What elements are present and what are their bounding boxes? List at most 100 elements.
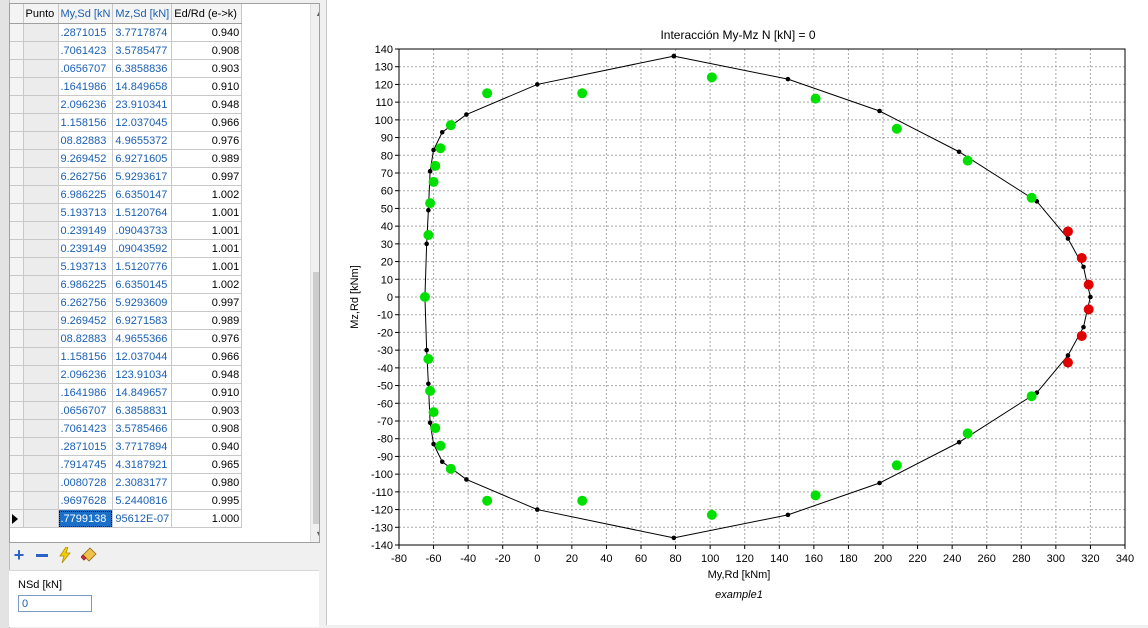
mz-cell[interactable]: 3.7717874	[112, 23, 173, 42]
column-header-my[interactable]: My,Sd [kN	[58, 4, 114, 24]
ed-rd-cell[interactable]: 0.997	[171, 167, 243, 186]
table-row[interactable]: 1.158156 12.037044 0.966	[10, 347, 243, 366]
table-row[interactable]: .1641986 14.849658 0.910	[10, 77, 243, 96]
mz-cell[interactable]: 3.7717894	[112, 437, 173, 456]
punto-cell[interactable]	[23, 275, 59, 294]
punto-cell[interactable]	[23, 383, 59, 402]
row-selector[interactable]	[10, 167, 24, 186]
column-header-ed-rd[interactable]: Ed/Rd (e->k)	[171, 4, 243, 24]
remove-point-button[interactable]	[34, 547, 50, 563]
punto-cell[interactable]	[23, 131, 59, 150]
ed-rd-cell[interactable]: 0.997	[171, 293, 243, 312]
my-cell[interactable]: .1641986	[58, 77, 114, 96]
ed-rd-cell[interactable]: 0.908	[171, 41, 243, 60]
row-selector[interactable]	[10, 491, 24, 510]
column-header-punto[interactable]: Punto	[23, 4, 59, 24]
punto-cell[interactable]	[23, 311, 59, 330]
table-row[interactable]: 6.986225 6.6350145 1.002	[10, 275, 243, 294]
row-selector[interactable]	[10, 473, 24, 492]
my-cell[interactable]: 6.262756	[58, 293, 114, 312]
row-selector[interactable]	[10, 203, 24, 222]
row-selector[interactable]	[10, 23, 24, 42]
ed-rd-cell[interactable]: 0.910	[171, 383, 243, 402]
my-cell[interactable]: 6.262756	[58, 167, 114, 186]
my-cell[interactable]: .7799138	[58, 509, 114, 528]
row-selector[interactable]	[10, 365, 24, 384]
row-selector[interactable]	[10, 401, 24, 420]
vertical-scrollbar[interactable]: ▲ ▼	[310, 4, 319, 542]
my-cell[interactable]: 2.096236	[58, 365, 114, 384]
my-cell[interactable]: .0080728	[58, 473, 114, 492]
my-cell[interactable]: .7914745	[58, 455, 114, 474]
my-cell[interactable]: .7061423	[58, 41, 114, 60]
row-selector[interactable]	[10, 239, 24, 258]
row-selector[interactable]	[10, 113, 24, 132]
ed-rd-cell[interactable]: 1.001	[171, 221, 243, 240]
punto-cell[interactable]	[23, 257, 59, 276]
column-header-mz[interactable]: Mz,Sd [kN]	[112, 4, 173, 24]
punto-cell[interactable]	[23, 95, 59, 114]
mz-cell[interactable]: 95612E-07	[112, 509, 173, 528]
my-cell[interactable]: 2.096236	[58, 95, 114, 114]
scrollbar-thumb[interactable]	[313, 272, 319, 524]
table-row[interactable]: 6.262756 5.9293617 0.997	[10, 167, 243, 186]
ed-rd-cell[interactable]: 0.903	[171, 59, 243, 78]
my-cell[interactable]: .0656707	[58, 401, 114, 420]
row-selector[interactable]	[10, 257, 24, 276]
punto-cell[interactable]	[23, 185, 59, 204]
table-row[interactable]: .7799138 95612E-07 1.000	[10, 509, 243, 528]
mz-cell[interactable]: .09043733	[112, 221, 173, 240]
row-selector[interactable]	[10, 347, 24, 366]
mz-cell[interactable]: 5.2440816	[112, 491, 173, 510]
table-row[interactable]: .9697628 5.2440816 0.995	[10, 491, 243, 510]
row-selector[interactable]	[10, 95, 24, 114]
mz-cell[interactable]: 4.9655372	[112, 131, 173, 150]
my-cell[interactable]: 1.158156	[58, 347, 114, 366]
ed-rd-cell[interactable]: 0.966	[171, 113, 243, 132]
ed-rd-cell[interactable]: 0.965	[171, 455, 243, 474]
my-cell[interactable]: 1.158156	[58, 113, 114, 132]
my-cell[interactable]: 08.82883	[58, 131, 114, 150]
mz-cell[interactable]: 1.5120776	[112, 257, 173, 276]
my-cell[interactable]: 08.82883	[58, 329, 114, 348]
ed-rd-cell[interactable]: 1.002	[171, 275, 243, 294]
table-row[interactable]: 6.262756 5.9293609 0.997	[10, 293, 243, 312]
ed-rd-cell[interactable]: 0.995	[171, 491, 243, 510]
row-selector[interactable]	[10, 131, 24, 150]
points-grid[interactable]: Punto My,Sd [kN Mz,Sd [kN] Ed/Rd (e->k) …	[9, 3, 320, 543]
row-selector[interactable]	[10, 59, 24, 78]
table-row[interactable]: .0656707 6.3858831 0.903	[10, 401, 243, 420]
my-cell[interactable]: 5.193713	[58, 203, 114, 222]
punto-cell[interactable]	[23, 455, 59, 474]
punto-cell[interactable]	[23, 293, 59, 312]
punto-cell[interactable]	[23, 23, 59, 42]
mz-cell[interactable]: 3.5785466	[112, 419, 173, 438]
punto-cell[interactable]	[23, 329, 59, 348]
table-row[interactable]: 0.239149.09043592 1.001	[10, 239, 243, 258]
add-point-button[interactable]: +	[11, 545, 27, 565]
row-selector[interactable]	[10, 275, 24, 294]
ed-rd-cell[interactable]: 0.903	[171, 401, 243, 420]
my-cell[interactable]: 0.239149	[58, 221, 114, 240]
mz-cell[interactable]: 6.9271583	[112, 311, 173, 330]
mz-cell[interactable]: .09043592	[112, 239, 173, 258]
ed-rd-cell[interactable]: 1.001	[171, 203, 243, 222]
row-selector[interactable]	[10, 509, 24, 528]
table-row[interactable]: .2871015 3.7717894 0.940	[10, 437, 243, 456]
table-row[interactable]: .7061423 3.5785477 0.908	[10, 41, 243, 60]
my-cell[interactable]: .7061423	[58, 419, 114, 438]
my-cell[interactable]: .1641986	[58, 383, 114, 402]
my-cell[interactable]: .2871015	[58, 23, 114, 42]
punto-cell[interactable]	[23, 59, 59, 78]
mz-cell[interactable]: 123.91034	[112, 365, 173, 384]
mz-cell[interactable]: 6.9271605	[112, 149, 173, 168]
ed-rd-cell[interactable]: 0.966	[171, 347, 243, 366]
my-cell[interactable]: 9.269452	[58, 149, 114, 168]
row-selector[interactable]	[10, 221, 24, 240]
mz-cell[interactable]: 6.3858836	[112, 59, 173, 78]
row-selector[interactable]	[10, 185, 24, 204]
mz-cell[interactable]: 2.3083177	[112, 473, 173, 492]
punto-cell[interactable]	[23, 437, 59, 456]
clear-button[interactable]	[81, 547, 97, 563]
row-selector[interactable]	[10, 149, 24, 168]
